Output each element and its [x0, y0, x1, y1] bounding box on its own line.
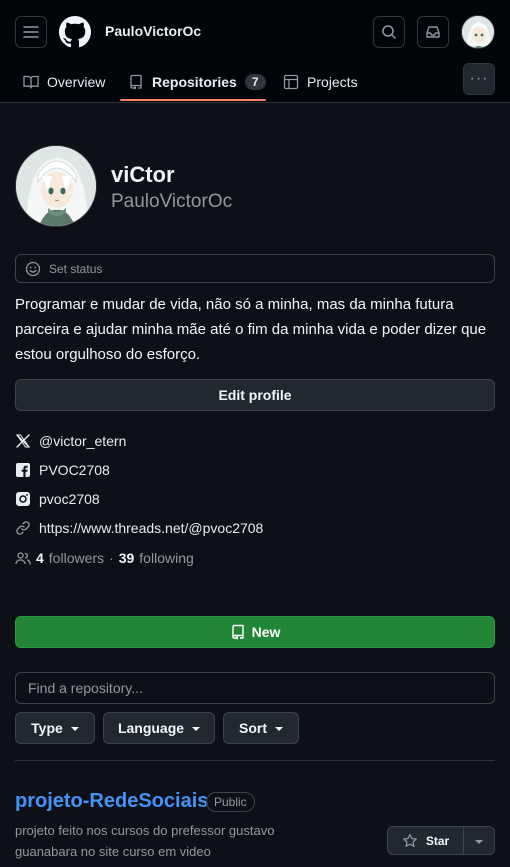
- language-filter-label: Language: [117, 720, 185, 736]
- star-label: Star: [425, 833, 450, 848]
- type-filter-button[interactable]: Type: [15, 712, 95, 744]
- followers-label[interactable]: followers: [49, 550, 104, 566]
- more-tabs-button[interactable]: ···: [463, 63, 495, 95]
- github-logo-icon[interactable]: [59, 16, 91, 48]
- caret-down-icon: [70, 727, 79, 731]
- menu-button[interactable]: [15, 16, 47, 48]
- tab-overview-label: Overview: [47, 74, 106, 90]
- following-count[interactable]: 39: [119, 550, 135, 566]
- star-button[interactable]: Star: [388, 827, 464, 854]
- caret-down-icon: [192, 727, 201, 731]
- table-icon: [283, 74, 299, 90]
- social-facebook[interactable]: PVOC2708: [15, 462, 110, 478]
- following-label[interactable]: following: [139, 550, 193, 566]
- hamburger-icon: [23, 26, 39, 38]
- selected-tab-indicator: [120, 99, 266, 101]
- repo-list-divider: [15, 760, 495, 761]
- profile-name: viCtor: [111, 162, 175, 187]
- repo-visibility-badge: Public: [206, 792, 255, 812]
- user-avatar[interactable]: [461, 15, 495, 49]
- new-repo-button[interactable]: New: [15, 616, 495, 648]
- star-lists-dropdown[interactable]: [464, 827, 494, 854]
- app-header: PauloVictorOc Overview Repositories 7 Pr…: [0, 0, 510, 103]
- star-button-group: Star: [387, 826, 495, 855]
- profile-bio: Programar e mudar de vida, não só a minh…: [15, 296, 487, 363]
- follow-separator: ·: [109, 550, 114, 566]
- follow-stats: 4 followers · 39 following: [15, 550, 194, 566]
- sort-filter-button[interactable]: Sort: [223, 712, 299, 744]
- type-filter-label: Type: [31, 720, 63, 736]
- social-facebook-handle: PVOC2708: [39, 462, 110, 478]
- facebook-icon: [16, 463, 30, 477]
- tab-projects-label: Projects: [307, 74, 358, 90]
- tab-projects[interactable]: Projects: [283, 62, 358, 102]
- social-instagram-handle: pvoc2708: [39, 491, 100, 507]
- sort-filter-label: Sort: [239, 720, 267, 736]
- set-status-button[interactable]: Set status: [15, 254, 495, 283]
- link-icon: [16, 521, 30, 535]
- star-icon: [402, 833, 417, 847]
- repo-icon: [130, 74, 142, 90]
- caret-down-icon: [475, 839, 483, 844]
- social-instagram[interactable]: pvoc2708: [15, 491, 100, 507]
- repo-description: projeto feito nos cursos do prefessor gu…: [15, 823, 275, 859]
- edit-profile-button[interactable]: Edit profile: [15, 379, 495, 411]
- inbox-icon: [426, 26, 440, 38]
- social-link[interactable]: https://www.threads.net/@pvoc2708: [15, 520, 263, 536]
- smiley-icon: [25, 261, 41, 276]
- search-button[interactable]: [373, 16, 405, 48]
- x-logo-icon: [16, 434, 30, 448]
- repo-count-badge: 7: [244, 74, 266, 90]
- tab-repositories-label: Repositories: [152, 74, 237, 90]
- repo-icon: [231, 624, 244, 640]
- caret-down-icon: [275, 727, 283, 731]
- repo-name-link[interactable]: projeto-RedeSociais: [15, 790, 208, 813]
- edit-profile-label: Edit profile: [218, 387, 292, 403]
- social-x-handle: @victor_etern: [39, 433, 127, 449]
- search-icon: [382, 25, 396, 39]
- followers-count[interactable]: 4: [36, 550, 44, 566]
- book-icon: [23, 75, 39, 89]
- profile-avatar[interactable]: [15, 145, 97, 227]
- social-link-url: https://www.threads.net/@pvoc2708: [39, 520, 264, 536]
- find-repository-input[interactable]: [15, 672, 495, 704]
- kebab-horizontal-icon: ···: [469, 70, 489, 87]
- header-username[interactable]: PauloVictorOc: [105, 23, 201, 39]
- inbox-button[interactable]: [417, 16, 449, 48]
- profile-login: PauloVictorOc: [111, 191, 233, 212]
- tab-overview[interactable]: Overview: [23, 62, 105, 102]
- people-icon: [15, 552, 31, 565]
- tab-repositories[interactable]: Repositories 7: [128, 62, 266, 102]
- social-x[interactable]: @victor_etern: [15, 433, 126, 449]
- instagram-icon: [16, 492, 30, 506]
- new-repo-label: New: [251, 624, 281, 640]
- language-filter-button[interactable]: Language: [103, 712, 215, 744]
- set-status-label: Set status: [49, 261, 103, 276]
